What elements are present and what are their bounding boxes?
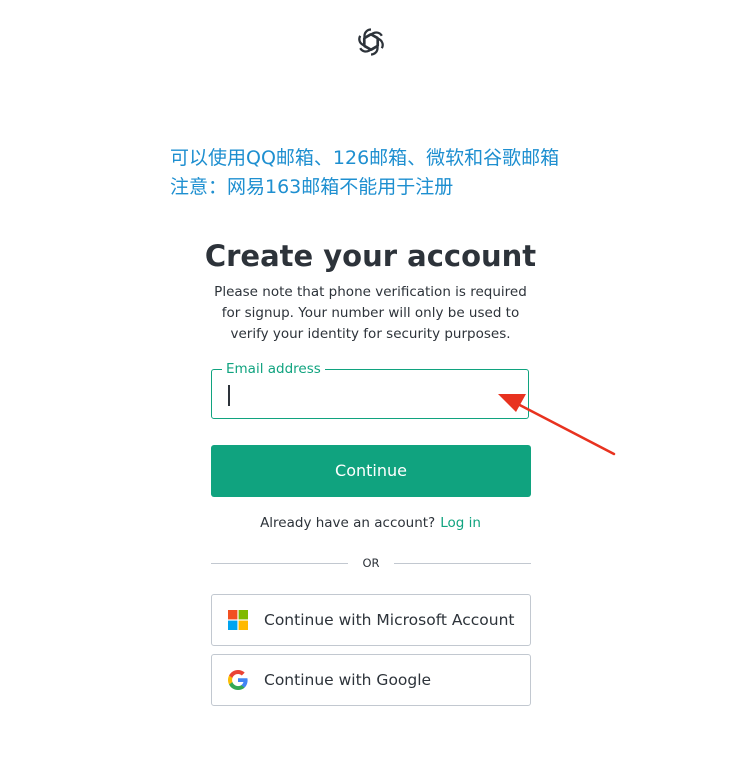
continue-with-google-button[interactable]: Continue with Google [211,654,531,706]
microsoft-icon [228,610,248,630]
microsoft-button-label: Continue with Microsoft Account [264,611,515,629]
login-link[interactable]: Log in [440,515,481,531]
registration-notice: 可以使用QQ邮箱、126邮箱、微软和谷歌邮箱 注意：网易163邮箱不能用于注册 [170,144,559,202]
notice-line-2: 注意：网易163邮箱不能用于注册 [170,176,454,198]
continue-with-microsoft-button[interactable]: Continue with Microsoft Account [211,594,531,646]
login-prompt-row: Already have an account? Log in [0,513,741,533]
text-cursor [228,385,230,406]
divider-line-right [394,563,531,564]
or-divider: OR [211,555,531,571]
page-title: Create your account [204,239,537,273]
continue-button[interactable]: Continue [211,445,531,497]
google-icon [228,670,248,690]
google-button-label: Continue with Google [264,671,432,689]
page-subtitle: Please note that phone verification is r… [214,284,527,342]
email-field-label: Email address [222,360,325,378]
openai-logo-icon [358,28,384,56]
notice-line-1: 可以使用QQ邮箱、126邮箱、微软和谷歌邮箱 [170,147,560,169]
email-input[interactable] [226,382,516,408]
login-prompt-text: Already have an account? [260,515,436,531]
email-field[interactable]: Email address [211,360,529,419]
